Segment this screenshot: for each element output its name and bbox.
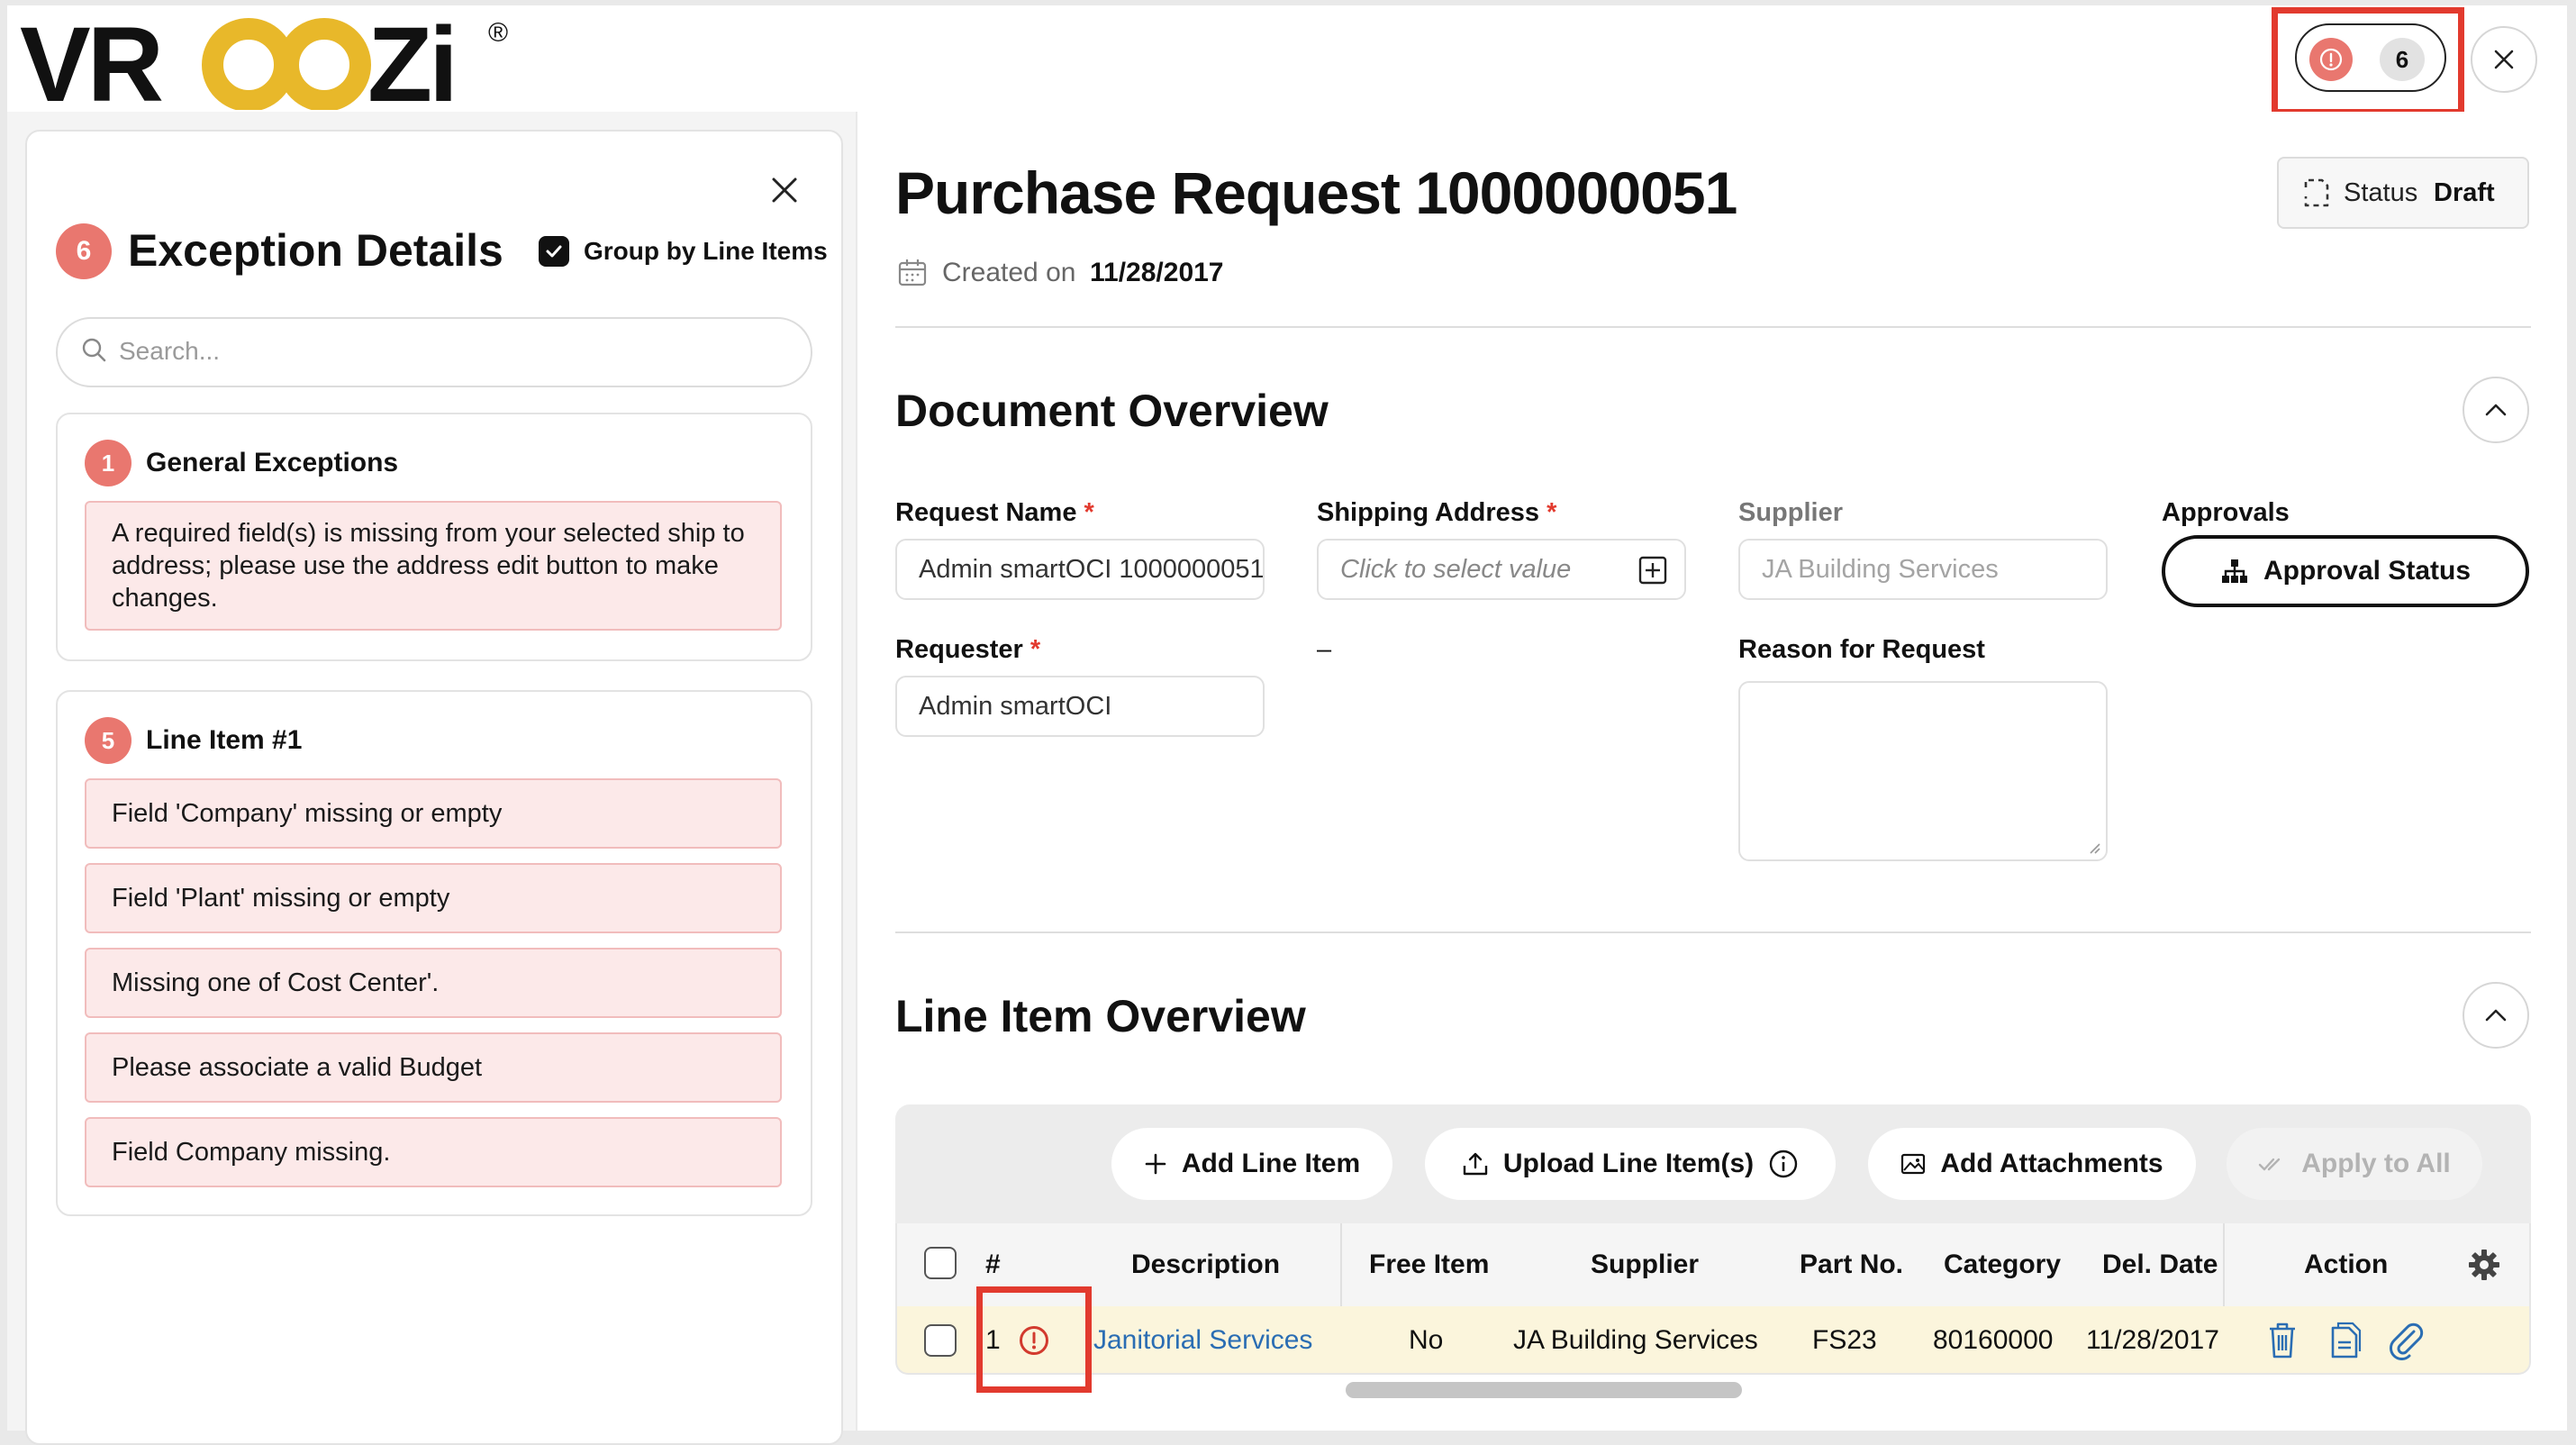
exception-details-title: Exception Details [128, 225, 503, 276]
exception-count-badge: 6 [56, 223, 112, 279]
row-part-no: FS23 [1812, 1325, 1877, 1355]
double-check-icon [2259, 1158, 2281, 1171]
row-checkbox[interactable] [924, 1324, 957, 1357]
status-label: Status [2344, 178, 2418, 207]
column-header-part-no[interactable]: Part No. [1800, 1247, 1903, 1283]
svg-text:Zi: Zi [367, 9, 455, 110]
supplier-input: JA Building Services [1738, 539, 2108, 600]
created-date: 11/28/2017 [1090, 258, 1224, 287]
column-header-category[interactable]: Category [1944, 1247, 2061, 1283]
search-icon [79, 335, 110, 366]
panel-close-button[interactable] [764, 169, 805, 211]
close-button[interactable] [2471, 26, 2537, 93]
requester-label: Requester * [895, 635, 1041, 664]
exception-item[interactable]: Field 'Plant' missing or empty [85, 863, 782, 933]
search-input[interactable] [117, 326, 784, 377]
divider [895, 932, 2531, 933]
upload-icon [1463, 1152, 1488, 1176]
add-attachments-button[interactable]: Add Attachments [1868, 1128, 2196, 1200]
column-header-number: # [985, 1250, 1001, 1279]
row-category: 80160000 [1933, 1325, 2054, 1355]
close-icon [772, 177, 797, 203]
calendar-icon [897, 258, 928, 288]
column-header-action: Action [2304, 1250, 2389, 1279]
page-title: Purchase Request 1000000051 [895, 159, 1737, 226]
exception-item[interactable]: Please associate a valid Budget [85, 1032, 782, 1103]
chevron-up-icon [2485, 404, 2507, 416]
approval-status-label: Approval Status [2263, 556, 2472, 586]
gear-icon[interactable] [2466, 1247, 2502, 1283]
copy-icon[interactable] [2327, 1321, 2362, 1360]
row-del-date: 11/28/2017 [2086, 1325, 2219, 1355]
document-status-icon [2300, 175, 2333, 211]
close-icon [2494, 50, 2514, 69]
column-header-del-date[interactable]: Del. Date [2102, 1247, 2218, 1283]
reason-for-request-textarea[interactable] [1738, 681, 2108, 861]
created-label: Created on [942, 258, 1076, 287]
group-title: Line Item #1 [146, 725, 303, 755]
group-title: General Exceptions [146, 448, 399, 477]
exception-item[interactable]: Field 'Company' missing or empty [85, 778, 782, 849]
upload-line-items-button[interactable]: Upload Line Item(s) [1425, 1128, 1836, 1200]
image-icon [1901, 1153, 1926, 1175]
svg-text:VR: VR [20, 9, 162, 110]
hierarchy-icon [2221, 559, 2247, 583]
empty-value-dash: – [1317, 635, 1332, 664]
line-item-overview-collapse-button[interactable] [2463, 982, 2529, 1049]
row-supplier: JA Building Services [1513, 1325, 1758, 1355]
row-description-link[interactable]: Janitorial Services [1093, 1322, 1312, 1359]
supplier-label: Supplier [1738, 498, 1844, 527]
divider [895, 326, 2531, 328]
group-by-line-items-label: Group by Line Items [584, 237, 828, 265]
status-value: Draft [2434, 178, 2495, 207]
vroozi-logo: VR Zi ® [20, 5, 524, 124]
approval-status-button[interactable]: Approval Status [2162, 535, 2529, 607]
column-header-free-item[interactable]: Free Item [1369, 1247, 1489, 1283]
requester-input[interactable]: Admin smartOCI [895, 676, 1265, 737]
exception-item[interactable]: Field Company missing. [85, 1117, 782, 1187]
table-horizontal-scrollbar[interactable] [1346, 1382, 1742, 1398]
document-overview-collapse-button[interactable] [2463, 377, 2529, 443]
highlight-box-row-exception [976, 1286, 1092, 1393]
shipping-address-select[interactable]: Click to select value [1317, 539, 1686, 600]
line-item-overview-title: Line Item Overview [895, 991, 1306, 1041]
apply-to-all-button[interactable]: Apply to All [2227, 1128, 2482, 1200]
document-overview-title: Document Overview [895, 386, 1329, 436]
request-name-label: Request Name * [895, 498, 1094, 527]
group-count-badge: 5 [85, 717, 132, 764]
info-icon [1769, 1150, 1798, 1178]
svg-text:®: ® [488, 18, 508, 48]
exception-item[interactable]: Missing one of Cost Center'. [85, 948, 782, 1018]
reason-for-request-label: Reason for Request [1738, 635, 1985, 664]
trash-icon[interactable] [2264, 1321, 2300, 1360]
chevron-up-icon [2485, 1009, 2507, 1022]
add-box-icon[interactable] [1637, 555, 1668, 586]
highlight-box-exception-count [2272, 7, 2464, 115]
row-free-item: No [1409, 1325, 1444, 1355]
group-by-line-items-checkbox[interactable] [539, 236, 569, 267]
shipping-address-label: Shipping Address * [1317, 498, 1557, 527]
group-count-badge: 1 [85, 440, 132, 486]
add-line-item-button[interactable]: Add Line Item [1111, 1128, 1392, 1200]
plus-icon [1145, 1153, 1166, 1175]
column-header-supplier[interactable]: Supplier [1591, 1247, 1699, 1283]
request-name-input[interactable]: Admin smartOCI 1000000051 [895, 539, 1265, 600]
exception-item[interactable]: A required field(s) is missing from your… [85, 501, 782, 631]
select-all-checkbox[interactable] [924, 1247, 957, 1279]
column-header-description[interactable]: Description [1131, 1247, 1280, 1283]
check-icon [546, 245, 562, 258]
paperclip-icon[interactable] [2387, 1321, 2426, 1360]
approvals-label: Approvals [2162, 498, 2290, 527]
